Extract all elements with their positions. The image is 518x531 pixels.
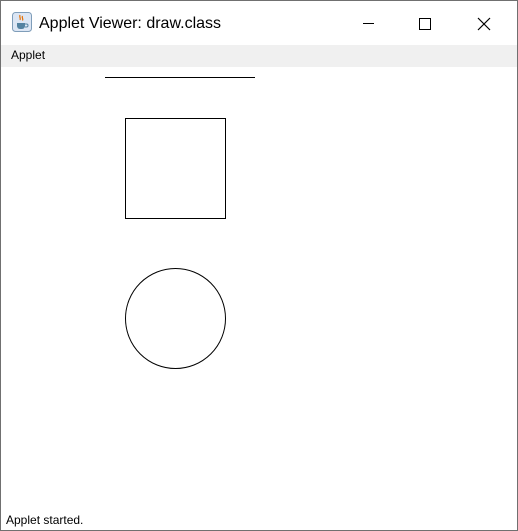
- drawn-rectangle: [125, 118, 226, 219]
- minimize-icon: [363, 23, 374, 24]
- minimize-button[interactable]: [339, 1, 397, 45]
- maximize-icon: [419, 18, 431, 30]
- close-button[interactable]: [455, 1, 513, 45]
- title-bar[interactable]: Applet Viewer: draw.class: [1, 1, 517, 45]
- menu-applet[interactable]: Applet: [5, 45, 51, 67]
- applet-viewer-window: Applet Viewer: draw.class Applet Applet …: [0, 0, 518, 531]
- status-text: Applet started.: [6, 513, 84, 527]
- menu-bar: Applet: [1, 45, 517, 67]
- maximize-button[interactable]: [397, 1, 455, 45]
- window-title: Applet Viewer: draw.class: [39, 15, 222, 32]
- drawing-surface: [105, 77, 255, 369]
- java-coffee-cup-icon[interactable]: [12, 12, 32, 32]
- drawn-circle: [125, 268, 226, 369]
- close-icon: [477, 17, 491, 31]
- status-bar: Applet started.: [1, 510, 517, 530]
- applet-canvas[interactable]: [1, 67, 517, 510]
